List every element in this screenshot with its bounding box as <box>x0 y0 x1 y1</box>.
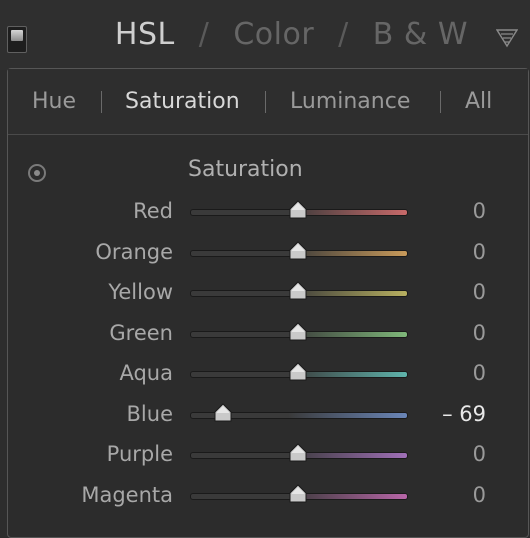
slider-label: Magenta <box>81 482 173 507</box>
slider-thumb[interactable] <box>288 281 308 301</box>
slider-label: Green <box>109 320 173 345</box>
slider-value[interactable]: – 69 <box>442 402 486 426</box>
panel-switch-icon[interactable] <box>7 26 27 53</box>
tab-divider <box>440 91 441 113</box>
slider-thumb[interactable] <box>288 200 308 220</box>
tab-divider <box>265 91 266 113</box>
slider-row-red: Red 0 <box>8 199 528 239</box>
title-separator: / <box>338 16 349 52</box>
slider-thumb[interactable] <box>288 483 308 504</box>
slider-thumb[interactable] <box>288 362 308 382</box>
slider-value[interactable]: 0 <box>473 199 486 223</box>
slider-row-blue: Blue – 69 <box>8 402 528 442</box>
tab-all[interactable]: All <box>465 89 492 114</box>
slider-row-yellow: Yellow 0 <box>8 280 528 320</box>
tab-hue[interactable]: Hue <box>32 89 76 114</box>
mode-color[interactable]: Color <box>233 17 314 52</box>
slider-thumb[interactable] <box>213 402 233 423</box>
slider-label: Blue <box>126 401 173 426</box>
section-title: Saturation <box>188 157 303 182</box>
slider-value[interactable]: 0 <box>473 321 486 345</box>
slider-value[interactable]: 0 <box>473 280 486 304</box>
slider-row-magenta: Magenta 0 <box>8 483 528 523</box>
slider-value[interactable]: 0 <box>473 483 486 507</box>
slider-label: Purple <box>106 442 173 466</box>
slider-row-aqua: Aqua 0 <box>8 361 528 401</box>
title-separator: / <box>198 16 210 52</box>
hsl-tab-bar: Hue Saturation Luminance All <box>8 69 528 135</box>
slider-value[interactable]: 0 <box>473 442 486 466</box>
slider-thumb[interactable] <box>288 240 308 261</box>
target-adjust-icon[interactable] <box>28 164 46 182</box>
slider-row-orange: Orange 0 <box>8 240 528 280</box>
collapse-triangle-icon[interactable] <box>496 28 518 48</box>
slider-row-purple: Purple 0 <box>8 442 528 482</box>
tab-luminance[interactable]: Luminance <box>290 89 410 114</box>
slider-thumb[interactable] <box>288 321 308 342</box>
panel-title: HSL / Color / B & W <box>115 14 468 54</box>
mode-bw[interactable]: B & W <box>373 17 468 52</box>
slider-label: Aqua <box>119 361 173 385</box>
mode-hsl[interactable]: HSL <box>115 17 175 52</box>
tab-divider <box>101 91 102 113</box>
tab-saturation[interactable]: Saturation <box>125 89 240 114</box>
panel-header: HSL / Color / B & W <box>0 0 530 70</box>
hsl-panel-body: Hue Saturation Luminance All Saturation … <box>7 68 529 538</box>
slider-label: Orange <box>95 239 173 264</box>
slider-row-green: Green 0 <box>8 321 528 361</box>
slider-label: Red <box>133 199 173 223</box>
slider-value[interactable]: 0 <box>473 361 486 385</box>
slider-value[interactable]: 0 <box>473 240 486 264</box>
slider-thumb[interactable] <box>288 443 308 463</box>
slider-label: Yellow <box>108 280 173 304</box>
